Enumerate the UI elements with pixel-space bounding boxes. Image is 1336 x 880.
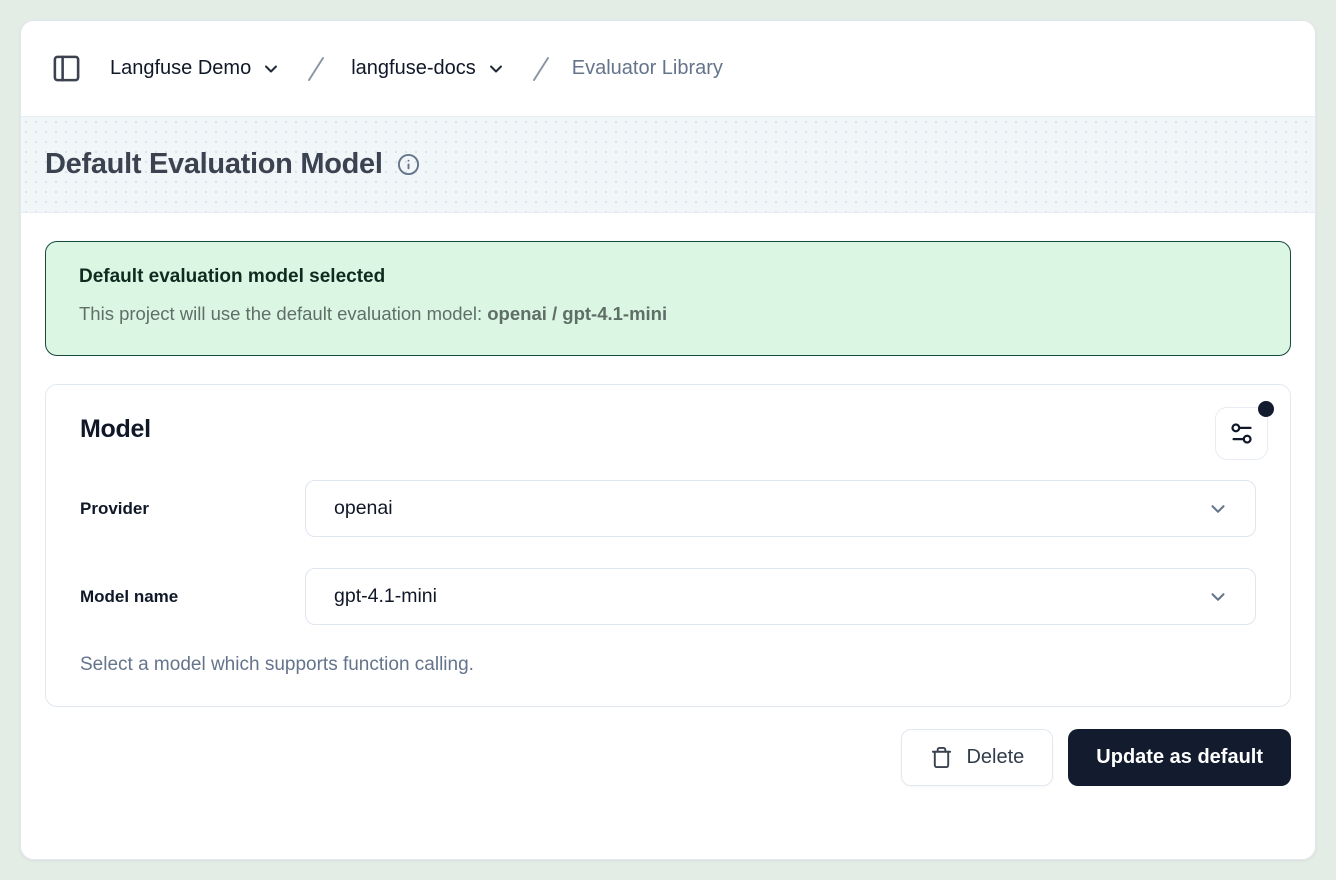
- alert-model-value: openai / gpt-4.1-mini: [487, 303, 667, 324]
- update-button-label: Update as default: [1096, 746, 1263, 769]
- alert-title: Default evaluation model selected: [79, 266, 1257, 288]
- info-icon[interactable]: [397, 153, 420, 176]
- model-name-selected-value: gpt-4.1-mini: [334, 585, 437, 608]
- sidebar-toggle-button[interactable]: [47, 49, 86, 88]
- project-name: langfuse-docs: [351, 57, 476, 80]
- action-bar: Delete Update as default: [45, 729, 1291, 786]
- breadcrumb-slash-icon: [528, 54, 554, 84]
- org-name: Langfuse Demo: [110, 57, 251, 80]
- panel-left-icon: [51, 53, 82, 84]
- model-card-title: Model: [80, 407, 151, 444]
- model-name-row: Model name gpt-4.1-mini: [80, 568, 1256, 625]
- provider-label: Provider: [80, 499, 305, 519]
- model-card: Model Provider openai: [45, 384, 1291, 707]
- provider-row: Provider openai: [80, 480, 1256, 537]
- breadcrumb-slash-icon: [303, 54, 329, 84]
- model-name-select[interactable]: gpt-4.1-mini: [305, 568, 1256, 625]
- update-as-default-button[interactable]: Update as default: [1068, 729, 1291, 786]
- main-content: Default evaluation model selected This p…: [21, 213, 1315, 859]
- page-header: Default Evaluation Model: [21, 117, 1315, 213]
- settings-notification-dot: [1258, 401, 1274, 417]
- org-selector[interactable]: Langfuse Demo: [106, 51, 285, 86]
- model-name-label: Model name: [80, 587, 305, 607]
- alert-description-text: This project will use the default evalua…: [79, 303, 487, 324]
- breadcrumb: Langfuse Demo langfuse-docs: [106, 51, 723, 86]
- chevron-down-icon: [486, 59, 506, 79]
- sliders-settings-icon: [1228, 420, 1255, 447]
- model-card-header: Model: [80, 407, 1256, 460]
- default-model-alert: Default evaluation model selected This p…: [45, 241, 1291, 356]
- trash-icon: [930, 746, 953, 769]
- delete-button-label: Delete: [966, 746, 1024, 769]
- project-selector[interactable]: langfuse-docs: [347, 51, 510, 86]
- model-advanced-settings-button[interactable]: [1215, 407, 1268, 460]
- alert-description: This project will use the default evalua…: [79, 303, 1257, 325]
- desktop-background: { "breadcrumb": { "org": "Langfuse Demo"…: [0, 0, 1336, 880]
- app-window: Langfuse Demo langfuse-docs: [20, 20, 1316, 860]
- provider-select[interactable]: openai: [305, 480, 1256, 537]
- breadcrumb-current-page: Evaluator Library: [572, 57, 723, 80]
- delete-button[interactable]: Delete: [901, 729, 1053, 786]
- chevron-down-icon: [1207, 586, 1229, 608]
- chevron-down-icon: [1207, 498, 1229, 520]
- provider-selected-value: openai: [334, 497, 393, 520]
- breadcrumb-bar: Langfuse Demo langfuse-docs: [21, 21, 1315, 117]
- page-title: Default Evaluation Model: [45, 148, 383, 181]
- chevron-down-icon: [261, 59, 281, 79]
- model-helper-text: Select a model which supports function c…: [80, 654, 1256, 676]
